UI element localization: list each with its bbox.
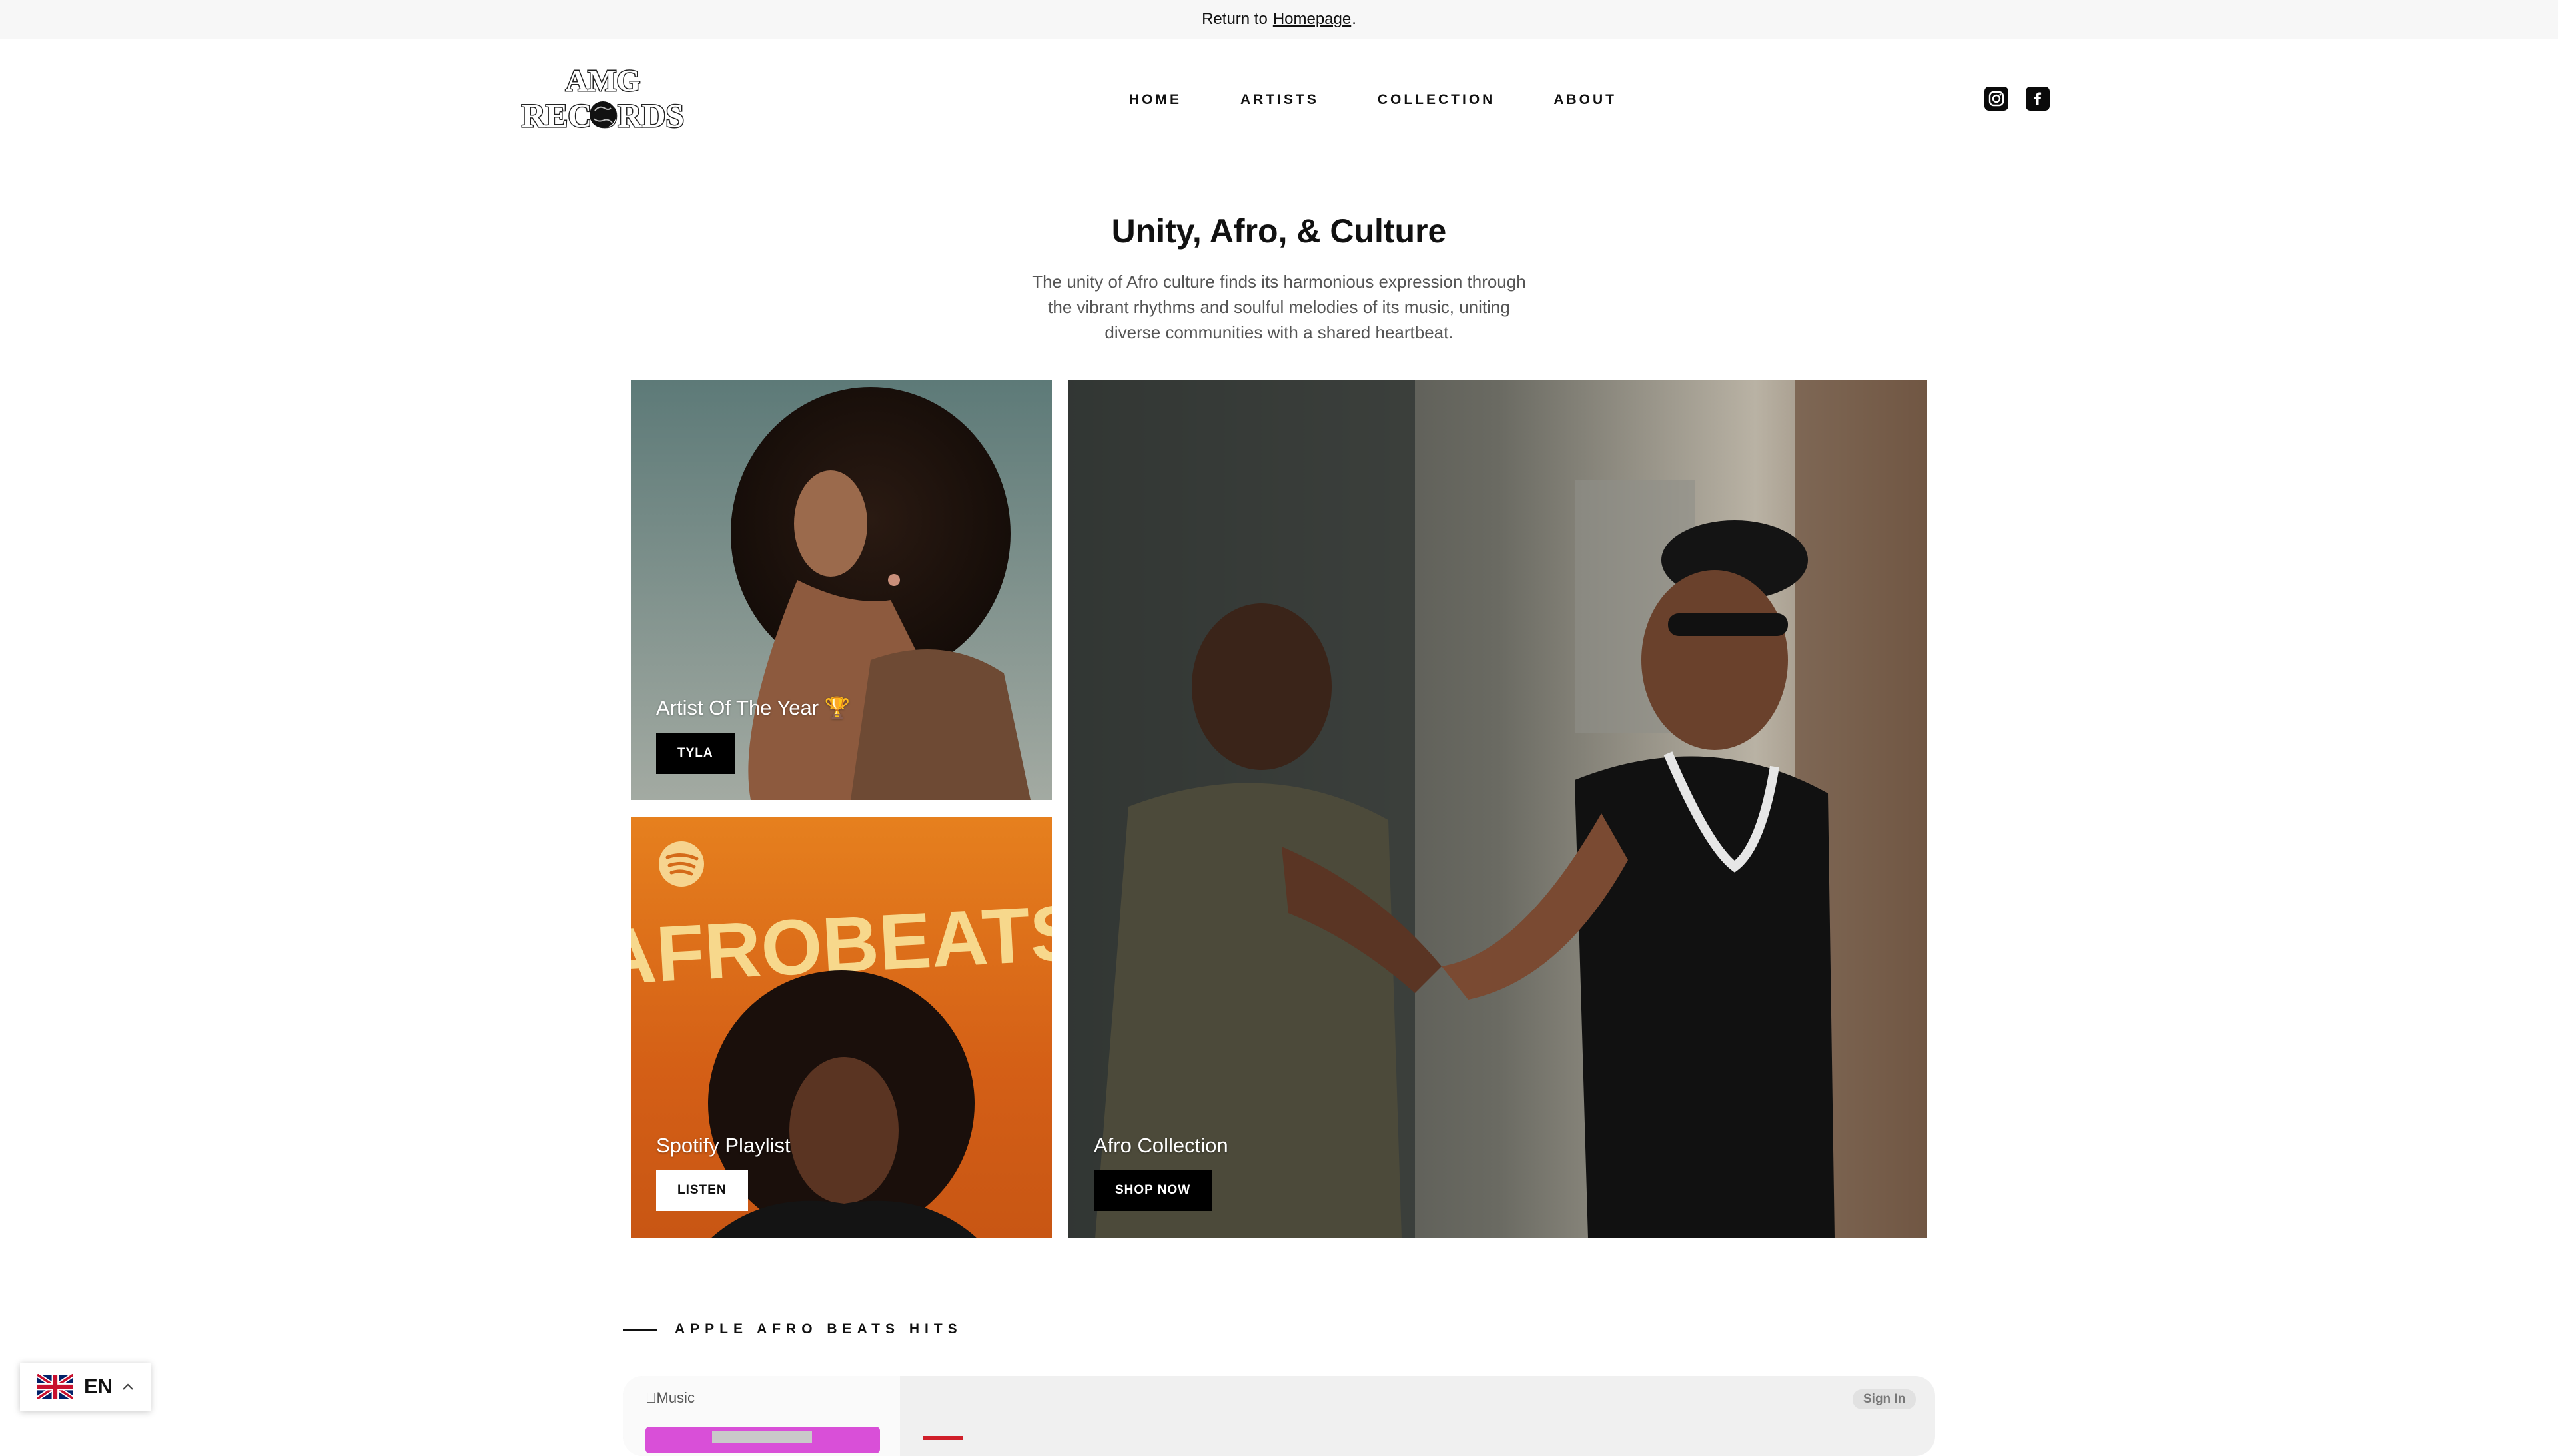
globe-icon bbox=[590, 101, 616, 128]
heading-rule bbox=[623, 1328, 657, 1331]
homepage-link[interactable]: Homepage bbox=[1273, 10, 1351, 29]
logo-line1: AMG bbox=[566, 63, 640, 97]
site-header: AMG RECORDS HOME ARTISTS COLLECTION ABOU… bbox=[483, 39, 2075, 163]
spotify-playlist-tile[interactable]: AFROBEATS Spotify Playlist LISTEN bbox=[631, 817, 1052, 1238]
page-title: Unity, Afro, & Culture bbox=[1111, 212, 1447, 250]
announcement-text: Return to bbox=[1202, 10, 1268, 28]
hero-description: The unity of Afro culture finds its harm… bbox=[1032, 272, 1526, 342]
language-code: EN bbox=[84, 1375, 113, 1398]
tyla-button[interactable]: TYLA bbox=[656, 733, 735, 774]
shop-now-button[interactable]: SHOP NOW bbox=[1094, 1170, 1212, 1211]
amg-records-logo[interactable]: AMG RECORDS bbox=[516, 63, 689, 135]
chevron-up-icon bbox=[123, 1383, 133, 1390]
nav-home[interactable]: HOME bbox=[1129, 92, 1182, 108]
apple-music-label: Music bbox=[645, 1389, 695, 1406]
section-title: APPLE AFRO BEATS HITS bbox=[675, 1321, 963, 1337]
artist-of-year-label: Artist Of The Year 🏆 bbox=[656, 696, 851, 719]
announcement-bar: Return to Homepage . bbox=[0, 0, 2558, 39]
announcement-suffix: . bbox=[1352, 10, 1356, 28]
main-nav: HOME ARTISTS COLLECTION ABOUT bbox=[1129, 92, 1617, 108]
apple-icon:  bbox=[645, 1389, 657, 1406]
spotify-icon bbox=[659, 841, 704, 887]
apple-afrobeats-heading: APPLE AFRO BEATS HITS bbox=[623, 1321, 963, 1337]
nav-artists[interactable]: ARTISTS bbox=[1240, 92, 1319, 108]
social-links bbox=[1984, 87, 2050, 111]
instagram-icon[interactable] bbox=[1984, 87, 2008, 111]
nav-about[interactable]: ABOUT bbox=[1553, 92, 1617, 108]
playlist-art bbox=[645, 1427, 880, 1453]
collection-photo bbox=[1068, 380, 1927, 1238]
listen-button[interactable]: LISTEN bbox=[656, 1170, 748, 1211]
afro-collection-label: Afro Collection bbox=[1094, 1134, 1228, 1157]
spotify-playlist-label: Spotify Playlist bbox=[656, 1134, 791, 1157]
sign-in-button[interactable]: Sign In bbox=[1853, 1389, 1917, 1409]
uk-flag-icon bbox=[37, 1374, 73, 1399]
language-switcher[interactable]: EN bbox=[20, 1363, 151, 1411]
embed-accent bbox=[923, 1436, 963, 1440]
afro-collection-tile[interactable]: Afro Collection SHOP NOW bbox=[1068, 380, 1927, 1238]
artist-of-year-tile[interactable]: Artist Of The Year 🏆 TYLA bbox=[631, 380, 1052, 800]
nav-collection[interactable]: COLLECTION bbox=[1378, 92, 1495, 108]
apple-music-embed[interactable]: Music Sign In bbox=[623, 1376, 1935, 1456]
facebook-icon[interactable] bbox=[2026, 87, 2050, 111]
